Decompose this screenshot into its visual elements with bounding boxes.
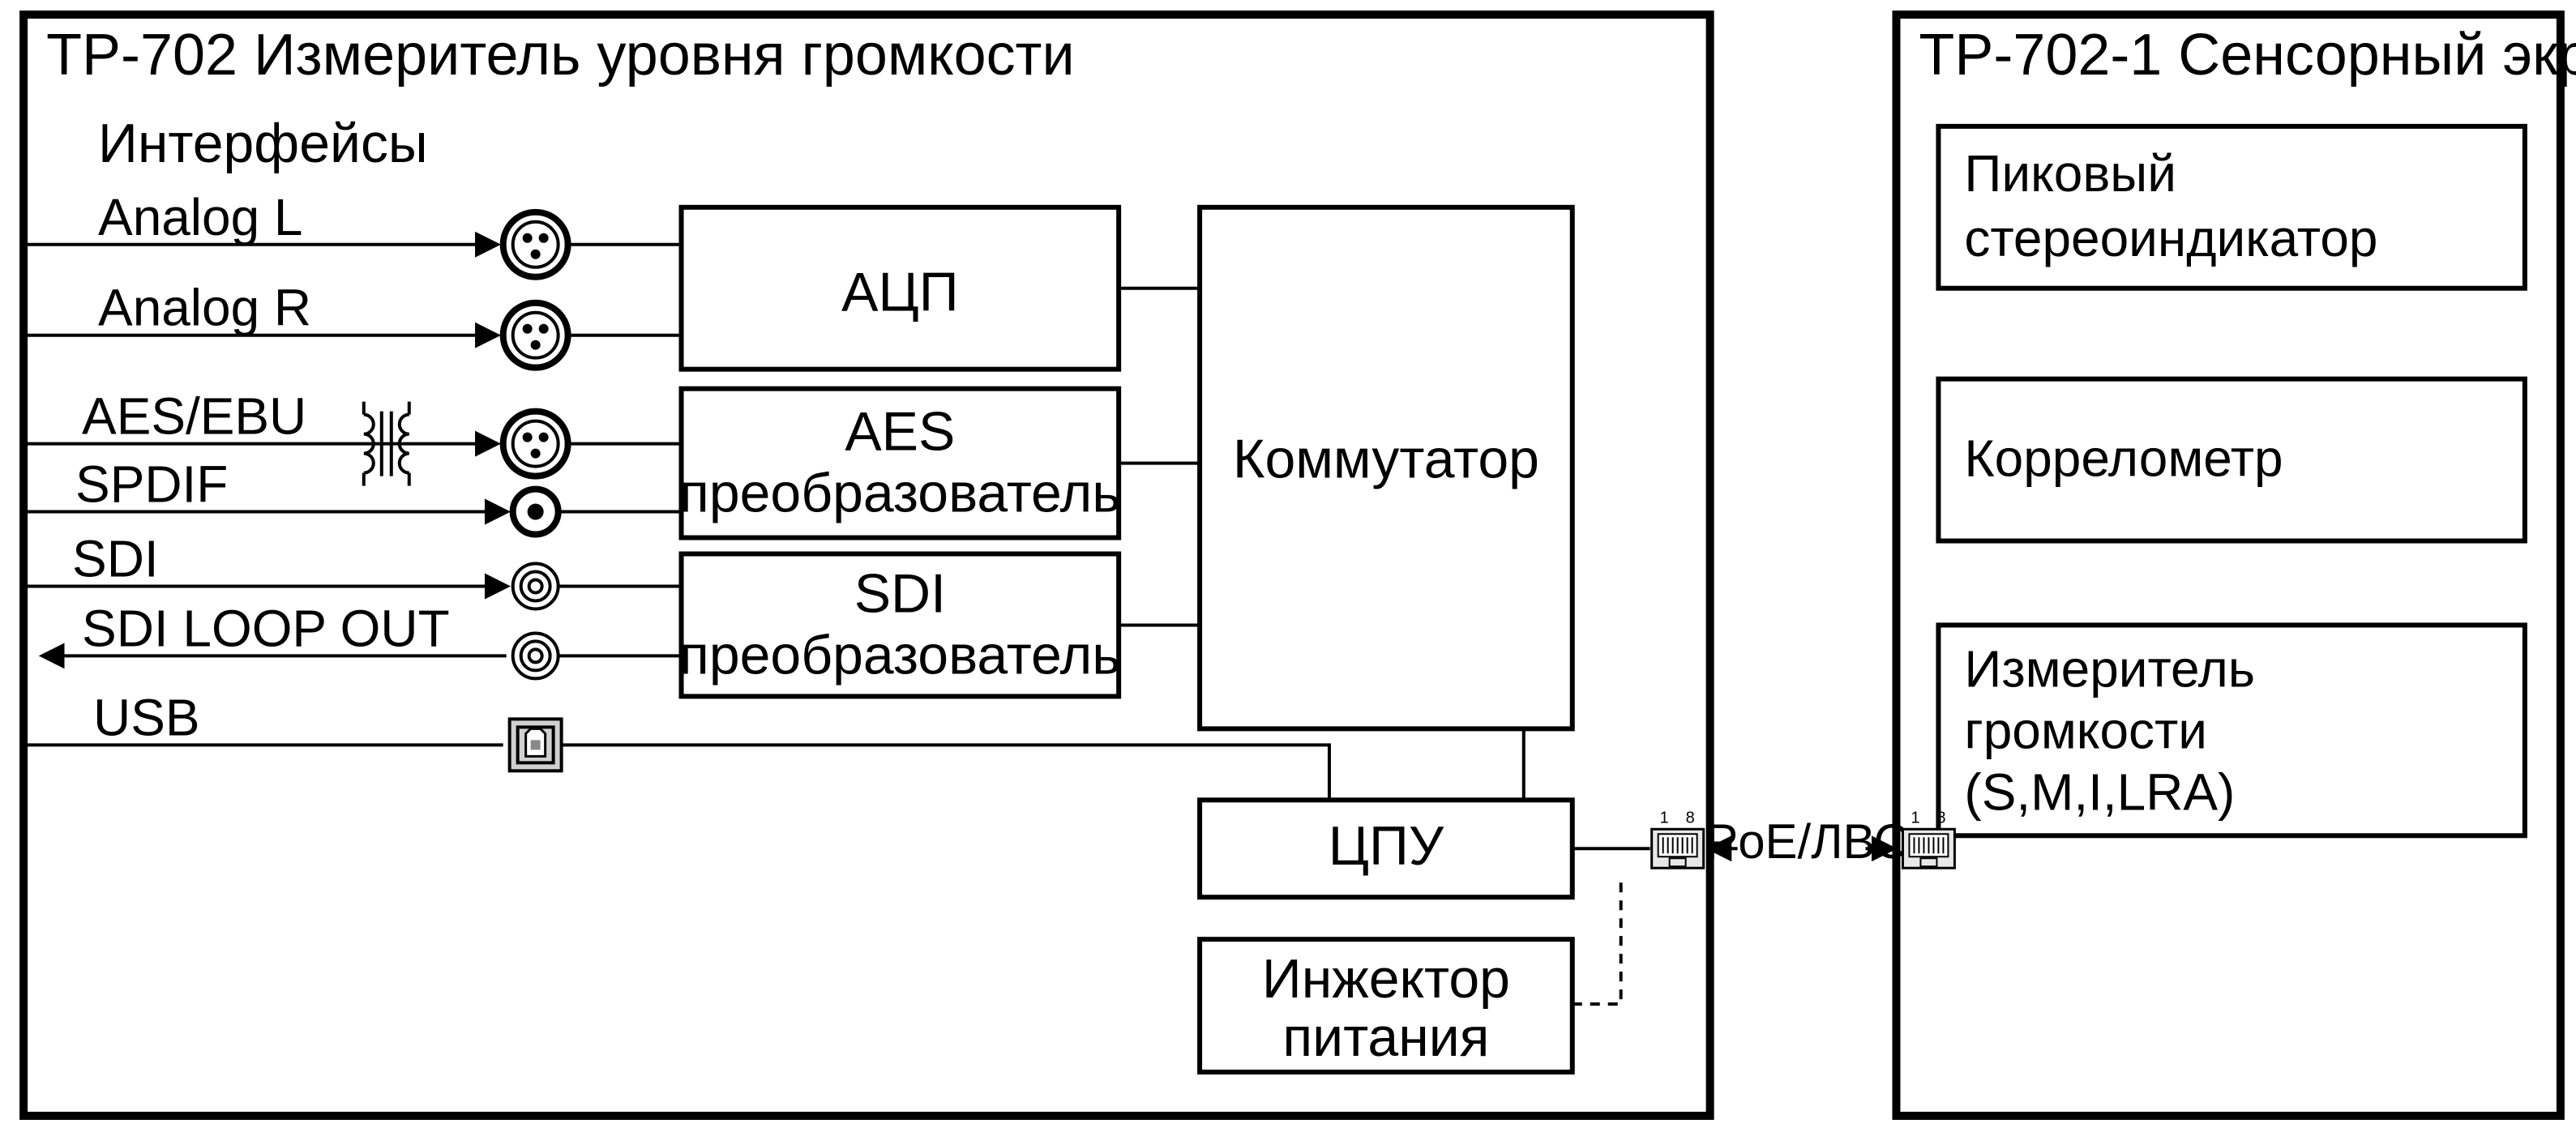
label-analog-l: Analog L bbox=[98, 188, 302, 246]
block-aes-conv-l1: AES bbox=[845, 401, 955, 463]
bnc-icon bbox=[513, 633, 558, 678]
tp702-title: TP-702 Измеритель уровня громкости bbox=[46, 23, 1075, 88]
block-sdi-conv-l1: SDI bbox=[854, 562, 946, 624]
block-peak-l1: Пиковый bbox=[1964, 144, 2176, 203]
rj45-pin8: 8 bbox=[1686, 809, 1695, 827]
block-correlometer-label: Коррелометр bbox=[1964, 429, 2283, 488]
block-peak-l2: стереоиндикатор bbox=[1964, 209, 2377, 267]
interfaces-heading: Интерфейсы bbox=[98, 113, 428, 174]
label-spdif: SPDIF bbox=[75, 455, 228, 514]
xlr-icon bbox=[503, 212, 568, 277]
block-adc: АЦП bbox=[682, 207, 1119, 370]
poe-link: PoE/ЛВС bbox=[1705, 814, 1909, 869]
block-loud-l1: Измеритель bbox=[1964, 639, 2255, 698]
label-sdi-loop: SDI LOOP OUT bbox=[82, 599, 450, 657]
label-usb: USB bbox=[93, 688, 199, 746]
rca-icon bbox=[513, 489, 558, 535]
block-loud-l2: громкости bbox=[1964, 701, 2207, 759]
block-switch: Коммутатор bbox=[1200, 207, 1573, 729]
block-loud-l3: (S,M,I,LRA) bbox=[1964, 762, 2235, 821]
block-peak-indicator: Пиковый стереоиндикатор bbox=[1938, 126, 2524, 288]
block-correlometer: Коррелометр bbox=[1938, 379, 2524, 541]
label-aes-ebu: AES/EBU bbox=[82, 387, 306, 446]
block-cpu: ЦПУ bbox=[1200, 800, 1573, 897]
tp702-1-title: TP-702-1 Сенсорный экран bbox=[1919, 23, 2576, 88]
rj45-pin1: 1 bbox=[1911, 809, 1919, 827]
usb-icon bbox=[510, 719, 562, 771]
rj45-icon bbox=[1652, 829, 1704, 868]
block-diagram: TP-702 Измеритель уровня громкости Интер… bbox=[0, 0, 2576, 1132]
xlr-icon bbox=[503, 412, 568, 476]
poe-link-label: PoE/ЛВС bbox=[1705, 814, 1909, 869]
block-switch-label: Коммутатор bbox=[1233, 429, 1539, 490]
block-adc-label: АЦП bbox=[841, 262, 958, 323]
block-injector-l1: Инжектор bbox=[1262, 948, 1510, 1010]
xlr-icon bbox=[503, 303, 568, 368]
block-aes-conv: AES преобразователь bbox=[679, 389, 1121, 538]
block-sdi-conv: SDI преобразователь bbox=[679, 554, 1121, 697]
unit-tp702: TP-702 Измеритель уровня громкости Интер… bbox=[24, 15, 1710, 1116]
label-analog-r: Analog R bbox=[98, 279, 311, 337]
rj45-pin1: 1 bbox=[1660, 809, 1669, 827]
rj45-icon bbox=[1902, 829, 1954, 868]
block-loudness: Измеритель громкости (S,M,I,LRA) bbox=[1938, 625, 2524, 835]
block-sdi-conv-l2: преобразователь bbox=[679, 624, 1121, 686]
label-sdi: SDI bbox=[72, 529, 159, 587]
block-injector-l2: питания bbox=[1282, 1006, 1489, 1068]
block-aes-conv-l2: преобразователь bbox=[679, 463, 1121, 524]
block-cpu-label: ЦПУ bbox=[1329, 815, 1444, 877]
unit-tp702-1: TP-702-1 Сенсорный экран Пиковый стереои… bbox=[1896, 15, 2576, 1116]
bnc-icon bbox=[513, 564, 558, 609]
rj45-pin8: 8 bbox=[1936, 809, 1945, 827]
block-injector: Инжектор питания bbox=[1200, 939, 1573, 1072]
